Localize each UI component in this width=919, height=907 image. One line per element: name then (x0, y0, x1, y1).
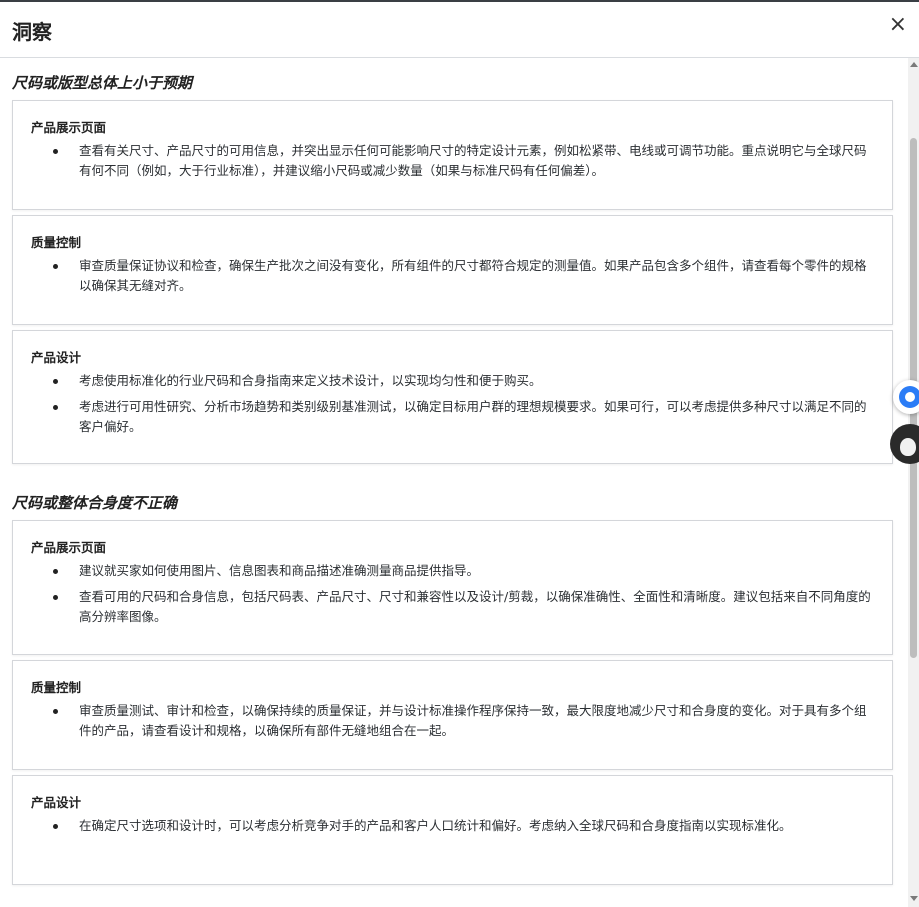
insight-card: 产品展示页面 查看有关尺寸、产品尺寸的可用信息，并突出显示任何可能影响尺寸的特定… (12, 100, 893, 210)
card-title: 产品展示页面 (31, 120, 107, 135)
card-title: 产品设计 (31, 350, 82, 365)
card-title: 产品设计 (31, 795, 82, 810)
card-title: 质量控制 (31, 235, 82, 250)
card-title: 产品展示页面 (31, 540, 107, 555)
bullet-item: 查看可用的尺码和合身信息，包括尺码表、产品尺寸、尺寸和兼容性以及设计/剪裁，以确… (53, 587, 874, 627)
assistant-float-icon[interactable] (893, 380, 919, 414)
dialog-content[interactable]: 尺码或版型总体上小于预期 产品展示页面 查看有关尺寸、产品尺寸的可用信息，并突出… (0, 58, 908, 907)
insight-card: 质量控制 审查质量保证协议和检查，确保生产批次之间没有变化，所有组件的尺寸都符合… (12, 215, 893, 325)
insight-card: 产品设计 在确定尺寸选项和设计时，可以考虑分析竞争对手的产品和客户人口统计和偏好… (12, 775, 893, 885)
section-title: 尺码或整体合身度不正确 (12, 494, 178, 512)
scroll-up-arrow-icon[interactable] (910, 62, 918, 67)
insight-card: 质量控制 审查质量测试、审计和检查，以确保持续的质量保证，并与设计标准操作程序保… (12, 660, 893, 770)
dialog-title: 洞察 (12, 20, 52, 44)
bullet-item: 查看有关尺寸、产品尺寸的可用信息，并突出显示任何可能影响尺寸的特定设计元素，例如… (53, 141, 874, 181)
close-icon[interactable]: × (889, 14, 907, 36)
bullet-list: 查看有关尺寸、产品尺寸的可用信息，并突出显示任何可能影响尺寸的特定设计元素，例如… (31, 141, 874, 181)
vertical-scrollbar[interactable] (908, 58, 919, 907)
bullet-item: 考虑进行可用性研究、分析市场趋势和类别级别基准测试，以确定目标用户群的理想规模要… (53, 397, 874, 437)
bullet-list: 考虑使用标准化的行业尺码和合身指南来定义技术设计，以实现均匀性和便于购买。 考虑… (31, 371, 874, 437)
bullet-item: 审查质量保证协议和检查，确保生产批次之间没有变化，所有组件的尺寸都符合规定的测量… (53, 256, 874, 296)
card-title: 质量控制 (31, 680, 82, 695)
bullet-item: 在确定尺寸选项和设计时，可以考虑分析竞争对手的产品和客户人口统计和偏好。考虑纳入… (53, 816, 874, 836)
bullet-list: 审查质量测试、审计和检查，以确保持续的质量保证，并与设计标准操作程序保持一致，最… (31, 701, 874, 741)
bullet-item: 考虑使用标准化的行业尺码和合身指南来定义技术设计，以实现均匀性和便于购买。 (53, 371, 874, 391)
bullet-list: 在确定尺寸选项和设计时，可以考虑分析竞争对手的产品和客户人口统计和偏好。考虑纳入… (31, 816, 874, 836)
insight-card: 产品设计 考虑使用标准化的行业尺码和合身指南来定义技术设计，以实现均匀性和便于购… (12, 330, 893, 464)
insight-card: 产品展示页面 建议就买家如何使用图片、信息图表和商品描述准确测量商品提供指导。 … (12, 520, 893, 655)
dialog-header: 洞察 × (0, 2, 919, 58)
scroll-down-arrow-icon[interactable] (910, 896, 918, 901)
bullet-list: 审查质量保证协议和检查，确保生产批次之间没有变化，所有组件的尺寸都符合规定的测量… (31, 256, 874, 296)
section-title: 尺码或版型总体上小于预期 (12, 74, 193, 92)
bullet-list: 建议就买家如何使用图片、信息图表和商品描述准确测量商品提供指导。 查看可用的尺码… (31, 561, 874, 627)
bullet-item: 审查质量测试、审计和检查，以确保持续的质量保证，并与设计标准操作程序保持一致，最… (53, 701, 874, 741)
bullet-item: 建议就买家如何使用图片、信息图表和商品描述准确测量商品提供指导。 (53, 561, 874, 581)
